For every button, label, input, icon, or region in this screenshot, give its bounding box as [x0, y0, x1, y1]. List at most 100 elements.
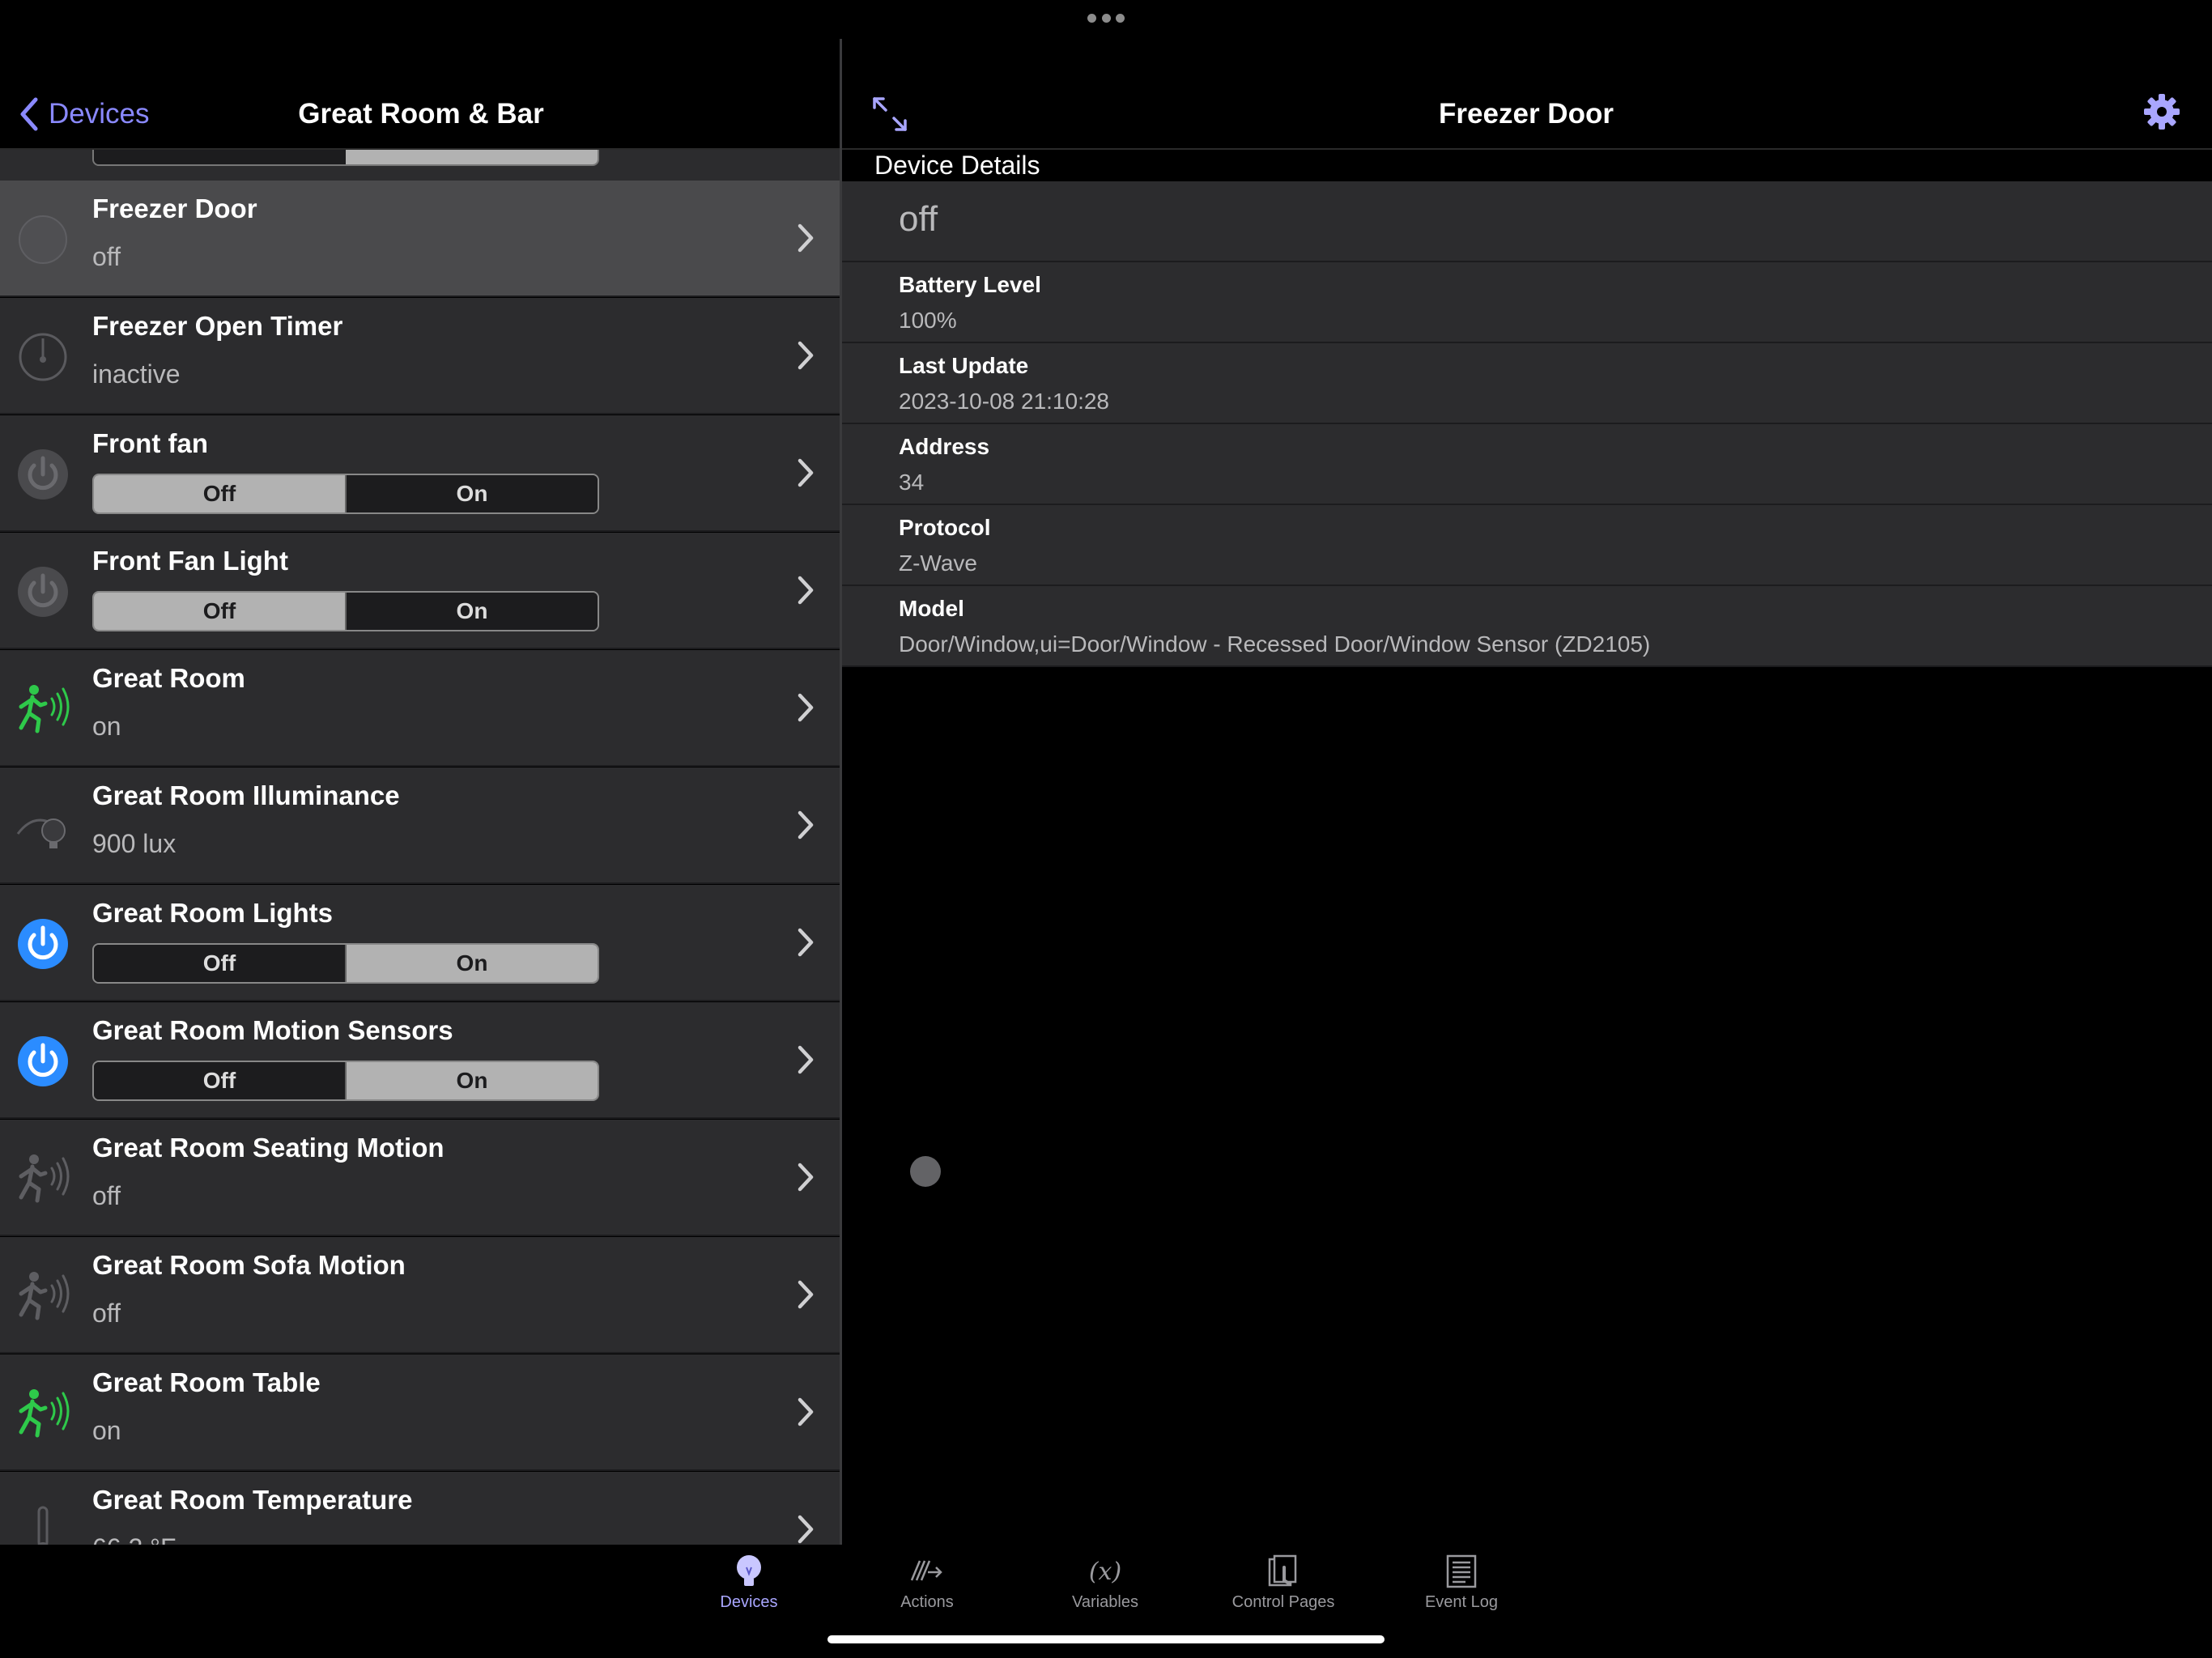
section-header: Device Details: [874, 151, 1040, 180]
device-state-row: off: [842, 181, 2212, 262]
chevron-right-icon: [798, 223, 814, 253]
power-icon: [15, 563, 71, 620]
property-value: 34: [899, 470, 925, 495]
device-name: Front fan: [92, 428, 208, 458]
device-status: inactive: [92, 359, 181, 389]
actions-icon: [908, 1553, 946, 1590]
device-state-value: off: [899, 199, 938, 239]
device-name: Freezer Open Timer: [92, 311, 343, 341]
chevron-right-icon: [798, 810, 814, 840]
device-name: Great Room Illuminance: [92, 780, 400, 810]
device-name: Great Room Table: [92, 1367, 321, 1397]
list-title: Great Room & Bar: [298, 98, 544, 130]
nav-divider: [842, 148, 2212, 150]
on-off-toggle[interactable]: Off On: [92, 1061, 599, 1101]
tab-event-log[interactable]: Event Log: [1385, 1553, 1538, 1618]
toggle-on-option[interactable]: On: [345, 945, 598, 982]
property-row: Battery Level 100%: [842, 262, 2212, 343]
chevron-right-icon: [798, 1280, 814, 1309]
chevron-right-icon: [798, 1045, 814, 1074]
chevron-right-icon: [798, 1163, 814, 1192]
tab-label: Actions: [900, 1593, 954, 1611]
device-row[interactable]: Great Room Motion Sensors Off On: [0, 1002, 840, 1119]
device-row[interactable]: Freezer Open Timer inactive: [0, 298, 840, 414]
toggle-on-option[interactable]: On: [345, 593, 598, 630]
partial-row: [0, 150, 840, 181]
chevron-right-icon: [798, 458, 814, 487]
illuminance-icon: [15, 798, 71, 855]
device-row[interactable]: Great Room Seating Motion off: [0, 1120, 840, 1236]
toggle-on-option[interactable]: On: [345, 475, 598, 512]
property-label: Model: [899, 596, 964, 621]
device-status: on: [92, 1416, 121, 1445]
back-button[interactable]: Devices: [18, 96, 149, 133]
toggle-off-option[interactable]: Off: [94, 475, 345, 512]
toggle-off-option[interactable]: Off: [94, 945, 345, 982]
property-label: Protocol: [899, 515, 991, 540]
device-name: Great Room Sofa Motion: [92, 1250, 406, 1280]
partial-toggle[interactable]: [92, 150, 599, 166]
power-icon: [15, 916, 71, 972]
toggle-off-option[interactable]: Off: [94, 593, 345, 630]
device-status: 66.2 °F: [92, 1533, 177, 1545]
device-status: on: [92, 712, 121, 741]
device-status: off: [92, 1299, 121, 1328]
variables-icon: (x): [1087, 1553, 1124, 1590]
state-indicator-icon: [910, 1156, 941, 1187]
property-value: 2023-10-08 21:10:28: [899, 389, 1109, 414]
motion-icon: [15, 1150, 71, 1207]
device-row[interactable]: Great Room Table on: [0, 1354, 840, 1471]
tab-label: Control Pages: [1231, 1593, 1335, 1611]
lightbulb-icon: [730, 1553, 768, 1590]
device-list[interactable]: Freezer Door off Freezer Open Timer inactiv…: [0, 150, 840, 1545]
tab-control-pages[interactable]: Control Pages: [1206, 1553, 1360, 1618]
toggle-on-option[interactable]: On: [345, 1062, 598, 1099]
timer-icon: [15, 329, 71, 385]
property-value: 100%: [899, 308, 957, 333]
svg-text:(x): (x): [1089, 1558, 1121, 1586]
chevron-right-icon: [798, 576, 814, 605]
device-status: off: [92, 1181, 121, 1210]
device-row[interactable]: Great Room Illuminance 900 lux: [0, 767, 840, 884]
back-button-label: Devices: [49, 98, 150, 130]
device-row[interactable]: Great Room Sofa Motion off: [0, 1237, 840, 1354]
device-row[interactable]: Freezer Door off: [0, 181, 840, 297]
multitask-dots[interactable]: [1087, 14, 1125, 25]
property-label: Address: [899, 434, 990, 459]
device-row[interactable]: Front Fan Light Off On: [0, 533, 840, 649]
device-name: Front Fan Light: [92, 546, 288, 576]
device-row[interactable]: Great Room Lights Off On: [0, 885, 840, 1001]
on-off-toggle[interactable]: Off On: [92, 474, 599, 514]
event-log-icon: [1443, 1553, 1480, 1590]
device-row[interactable]: Great Room Temperature 66.2 °F: [0, 1472, 840, 1545]
device-status: 900 lux: [92, 829, 177, 858]
chevron-right-icon: [798, 341, 814, 370]
device-name: Great Room Motion Sensors: [92, 1015, 453, 1045]
property-label: Battery Level: [899, 272, 1041, 297]
device-row[interactable]: Front fan Off On: [0, 415, 840, 532]
home-indicator[interactable]: [827, 1635, 1385, 1643]
tab-actions[interactable]: Actions: [850, 1553, 1004, 1618]
property-value: Door/Window,ui=Door/Window - Recessed Do…: [899, 631, 1651, 657]
device-row[interactable]: Great Room on: [0, 650, 840, 767]
tab-label: Event Log: [1424, 1593, 1499, 1611]
tab-devices[interactable]: Devices: [672, 1553, 826, 1618]
toggle-off-option[interactable]: Off: [94, 1062, 345, 1099]
tab-label: Variables: [1072, 1593, 1138, 1611]
device-name: Great Room: [92, 663, 245, 693]
on-off-toggle[interactable]: Off On: [92, 943, 599, 984]
property-label: Last Update: [899, 353, 1029, 378]
motion-icon: [15, 1385, 71, 1442]
chevron-left-icon: [20, 97, 38, 131]
motion-icon: [15, 681, 71, 738]
thermometer-icon: [15, 1503, 71, 1545]
property-value: Z-Wave: [899, 551, 977, 576]
tab-label: Devices: [720, 1593, 778, 1611]
expand-icon[interactable]: [870, 94, 910, 134]
on-off-toggle[interactable]: Off On: [92, 591, 599, 631]
device-name: Great Room Seating Motion: [92, 1133, 445, 1163]
gear-icon[interactable]: [2142, 92, 2181, 131]
device-name: Great Room Temperature: [92, 1485, 413, 1515]
chevron-right-icon: [798, 1515, 814, 1544]
tab-variables[interactable]: (x) Variables: [1028, 1553, 1182, 1618]
